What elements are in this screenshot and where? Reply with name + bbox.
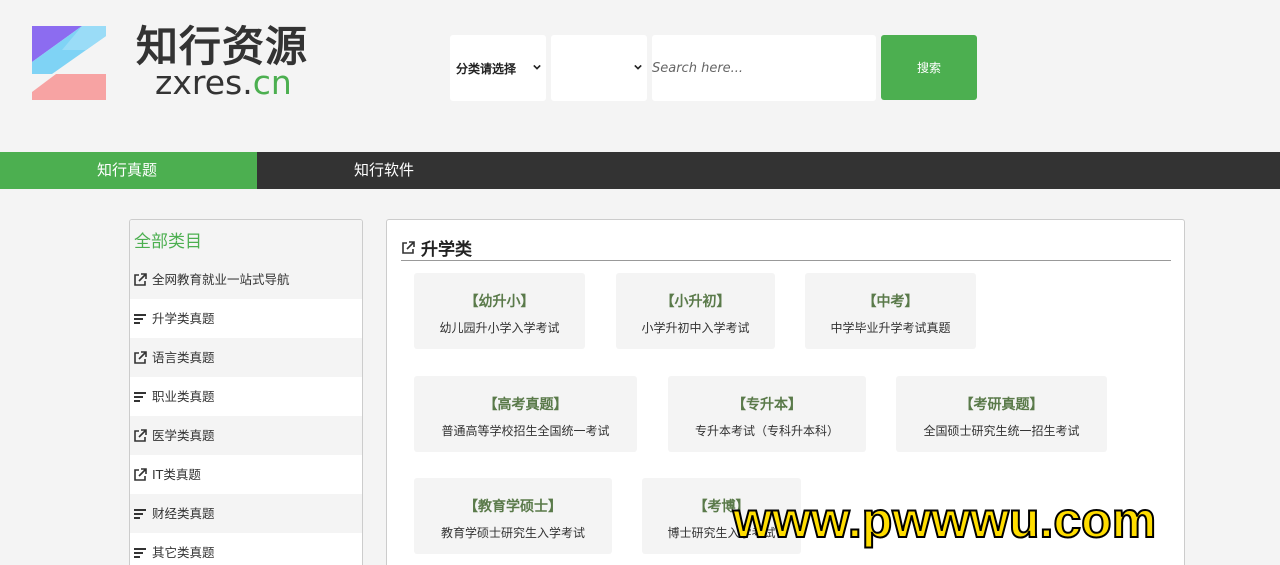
chevron-down-icon [634,64,642,70]
sidebar-item[interactable]: 财经类真题 [130,494,362,533]
brand-domain[interactable]: zxres.cn [155,64,292,102]
category-card[interactable]: 【考研真题】全国硕士研究生统一招生考试 [896,376,1107,452]
category-card-description: 小学升初中入学考试 [641,321,750,335]
nav-item-zhixing-ruanjian[interactable]: 知行软件 [354,152,414,189]
site-logo[interactable] [32,26,106,100]
category-card-title: 【考研真题】 [959,397,1044,413]
sidebar-item[interactable]: 其它类真题 [130,533,362,565]
category-card[interactable]: 【高考真题】普通高等学校招生全国统一考试 [414,376,637,452]
brand-domain-tld: cn [252,63,292,102]
sidebar-item-label: 其它类真题 [152,545,215,560]
category-card-description: 幼儿园升小学入学考试 [439,321,560,335]
category-card-title: 【小升初】 [660,294,731,310]
sidebar-item[interactable]: 升学类真题 [130,299,362,338]
category-card-description: 普通高等学校招生全国统一考试 [441,424,610,438]
subcategory-select[interactable] [551,35,647,101]
sidebar-item-label: 财经类真题 [152,506,215,521]
category-card-title: 【中考】 [862,294,919,310]
sidebar-item-label: 语言类真题 [152,350,215,365]
chevron-down-icon [533,64,541,70]
sidebar-item[interactable]: 职业类真题 [130,377,362,416]
sidebar-item[interactable]: 语言类真题 [130,338,362,377]
category-card[interactable]: 【小升初】小学升初中入学考试 [616,273,775,349]
list-icon [134,508,146,519]
sidebar-item-label: IT类真题 [152,467,201,482]
sidebar-item-label: 升学类真题 [152,311,215,326]
category-card[interactable]: 【教育学硕士】教育学硕士研究生入学考试 [414,478,612,554]
category-select-value: 分类请选择 [456,61,517,76]
category-card-title: 【幼升小】 [464,294,535,310]
sidebar-item-label: 医学类真题 [152,428,215,443]
external-link-icon [134,272,147,286]
category-card-description: 全国硕士研究生统一招生考试 [923,424,1080,438]
brand-domain-main: zxres. [155,63,253,102]
sidebar-item[interactable]: IT类真题 [130,455,362,494]
watermark-text: www.pwwwu.com [732,491,1157,549]
search-input[interactable] [652,35,876,101]
category-card-title: 【教育学硕士】 [464,499,562,515]
external-link-icon [402,240,415,254]
panel-title: 升学类 [421,240,472,260]
category-card[interactable]: 【中考】中学毕业升学考试真题 [805,273,976,349]
sidebar-title: 全部类目 [130,220,362,260]
list-icon [134,391,146,402]
panel-header: 升学类 [401,235,1171,261]
sidebar-item-label: 全网教育就业一站式导航 [152,272,290,287]
category-card[interactable]: 【幼升小】幼儿园升小学入学考试 [414,273,585,349]
category-card[interactable]: 【专升本】专升本考试（专科升本科） [668,376,866,452]
category-sidebar: 全部类目 全网教育就业一站式导航 升学类真题语言类真题职业类真题医学类真题 IT类真… [129,219,363,565]
list-icon [134,547,146,558]
category-select[interactable]: 分类请选择 [450,35,546,101]
category-card-description: 专升本考试（专科升本科） [694,424,839,438]
external-link-icon [134,428,147,442]
category-card-title: 【专升本】 [732,397,802,413]
sidebar-item[interactable]: 医学类真题 [130,416,362,455]
external-link-icon [134,350,147,364]
external-link-icon [134,467,147,481]
nav-item-zhixing-zhenti[interactable]: 知行真题 [0,152,257,189]
category-card-description: 教育学硕士研究生入学考试 [440,526,585,540]
category-card-title: 【高考真题】 [483,397,568,413]
list-icon [134,313,146,324]
main-nav: 知行真题 知行软件 [0,152,1280,189]
search-button[interactable]: 搜索 [881,35,977,100]
sidebar-item-label: 职业类真题 [152,389,215,404]
sidebar-item[interactable]: 全网教育就业一站式导航 [130,260,362,299]
category-card-description: 中学毕业升学考试真题 [830,321,951,335]
